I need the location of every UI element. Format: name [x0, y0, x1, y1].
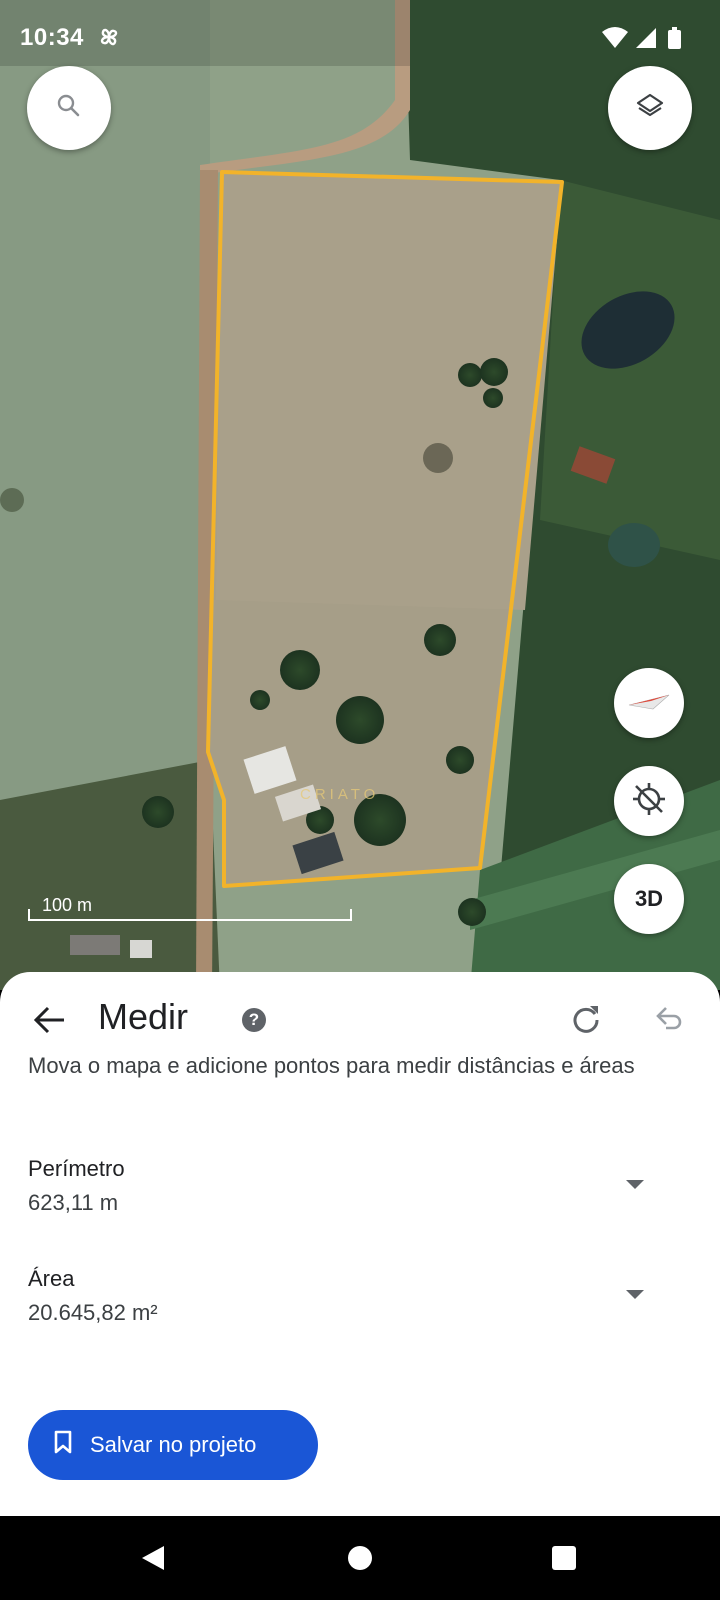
3d-label: 3D — [634, 886, 664, 911]
nav-recents-button[interactable] — [552, 1546, 576, 1570]
area-value: 20.645,82 m² — [28, 1300, 158, 1325]
layers-icon — [635, 91, 665, 126]
layers-button[interactable] — [608, 66, 692, 150]
system-indicators — [600, 26, 692, 55]
watermark: CRIATO — [300, 786, 380, 803]
area-label: Área — [28, 1266, 75, 1291]
compass-button[interactable] — [614, 668, 684, 738]
perimeter-label: Perímetro — [28, 1156, 125, 1181]
3d-toggle-button[interactable]: 3D — [614, 864, 684, 934]
back-button[interactable] — [30, 1000, 70, 1040]
location-disabled-icon — [631, 781, 667, 822]
scale-label: 100 m — [42, 895, 93, 915]
arrow-back-icon — [33, 1006, 64, 1034]
nav-back-button[interactable] — [140, 1544, 166, 1577]
undo-icon — [656, 1007, 682, 1030]
triangle-back-icon — [142, 1546, 164, 1570]
instructions-text: Mova o mapa e adicione pontos para medir… — [28, 1053, 635, 1078]
scale-bar: 100 m — [28, 895, 352, 921]
compass-icon — [627, 689, 671, 718]
status-bar: 10:34 — [0, 0, 720, 70]
redo-button[interactable] — [570, 1002, 602, 1039]
system-navigation-bar — [0, 1516, 720, 1600]
my-location-button[interactable] — [614, 766, 684, 836]
signal-icon — [636, 28, 656, 48]
pinwheel-icon — [96, 24, 122, 55]
perimeter-value: 623,11 m — [28, 1190, 119, 1215]
save-to-project-button[interactable]: Salvar no projeto — [28, 1410, 318, 1480]
area-dropdown-icon[interactable] — [626, 1290, 644, 1299]
satellite-map[interactable]: 10:34 3D CRIATO 100 m — [0, 0, 720, 990]
bookmark-icon — [54, 1430, 72, 1460]
status-time: 10:34 — [20, 24, 84, 51]
page-title: Medir — [98, 996, 189, 1037]
battery-icon — [668, 30, 681, 49]
wifi-icon — [602, 27, 628, 48]
measure-panel: Medir ? Mova o mapa e adicione pontos pa… — [0, 972, 720, 1516]
satellite-imagery — [0, 0, 720, 990]
nav-home-button[interactable] — [348, 1546, 372, 1570]
perimeter-dropdown-icon[interactable] — [626, 1180, 644, 1189]
search-button[interactable] — [27, 66, 111, 150]
search-icon — [56, 93, 82, 124]
undo-button[interactable] — [652, 1002, 684, 1039]
help-icon[interactable]: ? — [242, 1008, 266, 1032]
save-button-label: Salvar no projeto — [90, 1432, 257, 1457]
redo-icon — [573, 1006, 599, 1033]
